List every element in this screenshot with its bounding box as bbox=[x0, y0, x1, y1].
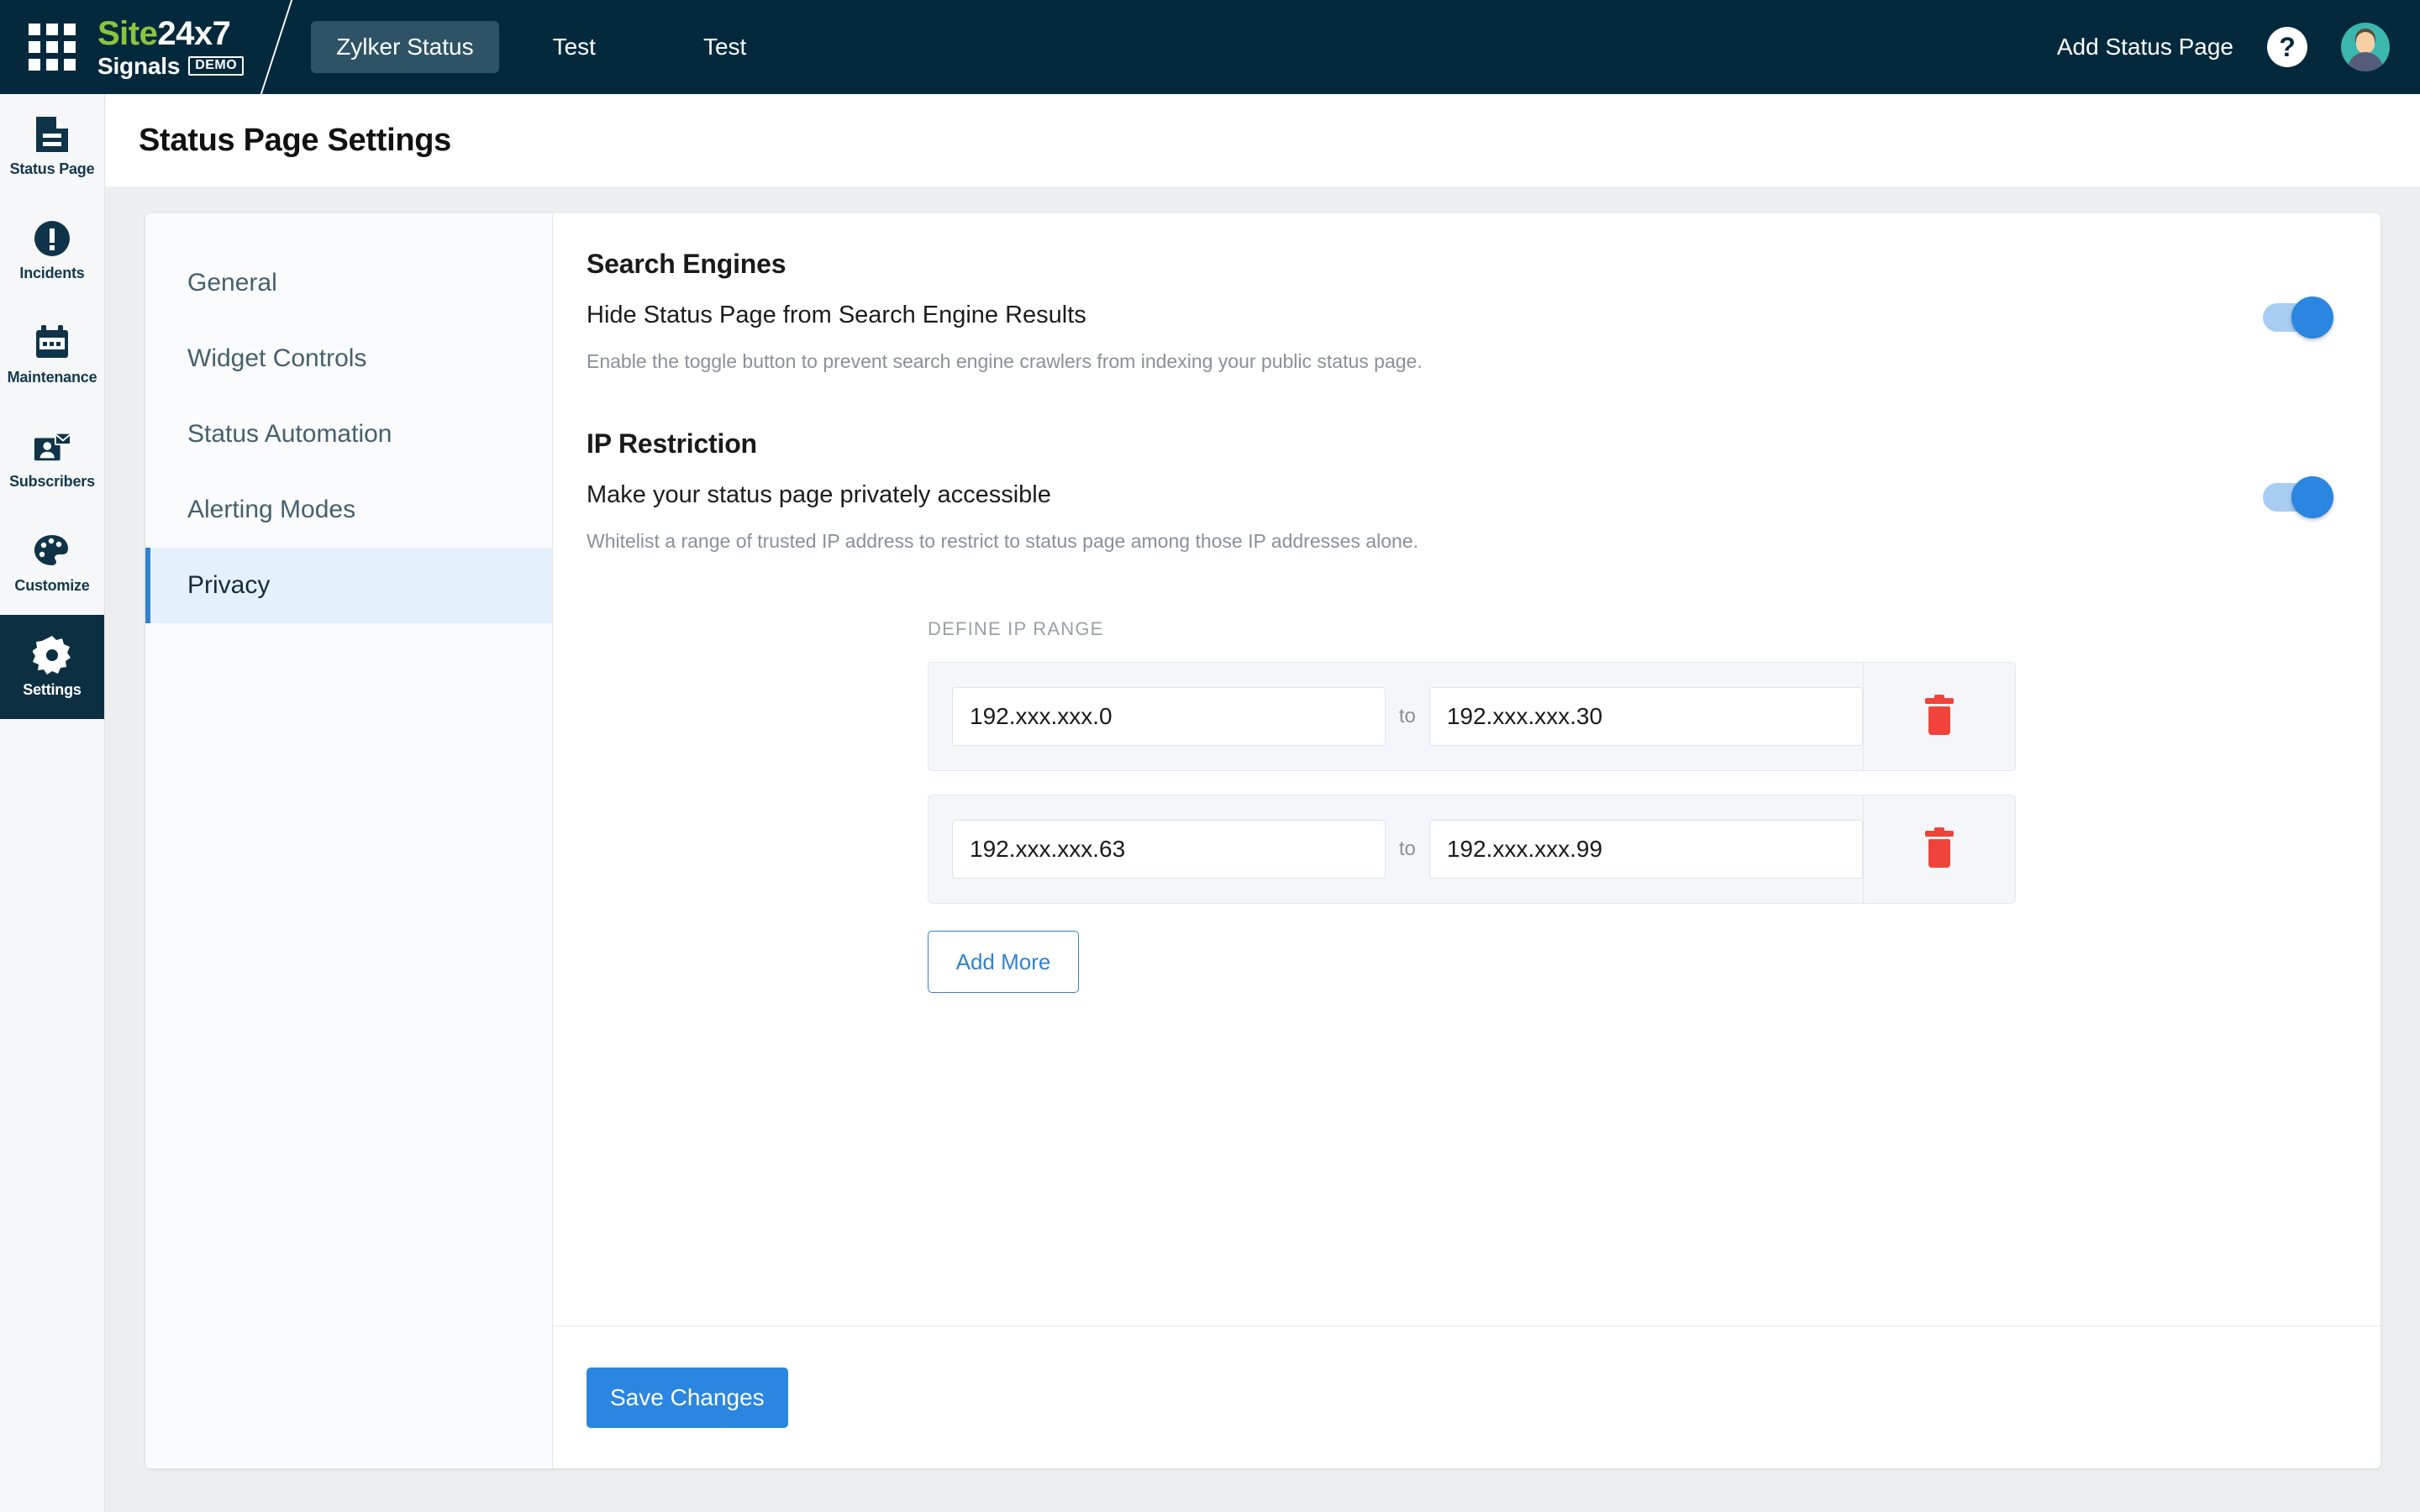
ip-range-to-label: to bbox=[1398, 705, 1416, 727]
toggle-knob bbox=[2291, 476, 2333, 518]
define-ip-range-block: DEFINE IP RANGE to bbox=[928, 618, 2333, 993]
sidebar-item-label: Customize bbox=[14, 576, 90, 594]
ip-restriction-text-block: Make your status page privately accessib… bbox=[587, 481, 1418, 553]
grid-dot bbox=[29, 24, 40, 35]
ip-range-to-input-1[interactable] bbox=[1428, 687, 1863, 746]
sidebar-item-label: Settings bbox=[23, 680, 82, 698]
ip-range-to-input-2[interactable] bbox=[1428, 820, 1863, 879]
tab-zylker-status[interactable]: Zylker Status bbox=[311, 21, 499, 73]
ip-restriction-heading: IP Restriction bbox=[587, 428, 757, 459]
sidebar-item-label: Status Page bbox=[9, 160, 95, 177]
sidebar-item-label: Incidents bbox=[19, 264, 85, 281]
ip-range-to-label: to bbox=[1398, 837, 1416, 860]
settings-nav-widget-controls[interactable]: Widget Controls bbox=[145, 321, 552, 396]
settings-nav-status-automation[interactable]: Status Automation bbox=[145, 396, 552, 472]
palette-icon bbox=[33, 532, 71, 570]
trash-lid bbox=[1924, 831, 1954, 837]
settings-nav-alerting-modes[interactable]: Alerting Modes bbox=[145, 472, 552, 548]
grid-dot bbox=[46, 24, 58, 35]
privacy-panel-body: Search Engines Hide Status Page from Sea… bbox=[553, 213, 2381, 1326]
brand-site-text: Site bbox=[97, 14, 158, 52]
top-navigation-bar: Site24x7 Signals DEMO Zylker Status Test… bbox=[0, 0, 2420, 94]
settings-nav-privacy[interactable]: Privacy bbox=[145, 548, 552, 623]
brand-signals-text: Signals bbox=[97, 52, 181, 79]
alert-circle-icon bbox=[33, 219, 71, 258]
content-area: General Widget Controls Status Automatio… bbox=[105, 186, 2420, 1512]
delete-ip-range-button-1[interactable] bbox=[1862, 663, 2015, 770]
brand-num-text: 24x7 bbox=[157, 14, 231, 52]
grid-dot bbox=[46, 59, 58, 71]
demo-badge: DEMO bbox=[188, 56, 245, 76]
add-more-button[interactable]: Add More bbox=[928, 931, 1079, 993]
private-access-label: Make your status page privately accessib… bbox=[587, 481, 1051, 508]
tab-test-2[interactable]: Test bbox=[650, 21, 800, 73]
sidebar-item-status-page[interactable]: Status Page bbox=[0, 94, 104, 198]
ip-range-from-input-2[interactable] bbox=[952, 820, 1386, 879]
trash-lid bbox=[1924, 698, 1954, 704]
brand-title: Site24x7 bbox=[97, 17, 244, 50]
private-access-toggle[interactable] bbox=[2263, 476, 2333, 518]
settings-card: General Widget Controls Status Automatio… bbox=[145, 213, 2381, 1468]
help-icon[interactable]: ? bbox=[2267, 27, 2307, 67]
trash-icon bbox=[1924, 695, 1954, 735]
settings-nav-general[interactable]: General bbox=[145, 245, 552, 321]
search-engines-text-block: Hide Status Page from Search Engine Resu… bbox=[587, 302, 1423, 373]
ip-range-row: to bbox=[928, 795, 2016, 904]
calendar-icon bbox=[33, 323, 71, 362]
sidebar-item-maintenance[interactable]: Maintenance bbox=[0, 302, 104, 407]
privacy-panel: Search Engines Hide Status Page from Sea… bbox=[553, 213, 2381, 1468]
grid-dot bbox=[29, 59, 40, 71]
page-title: Status Page Settings bbox=[139, 122, 451, 158]
grid-dot bbox=[64, 41, 76, 53]
delete-ip-range-button-2[interactable] bbox=[1862, 795, 2015, 903]
grid-dot bbox=[46, 41, 58, 53]
sidebar-item-incidents[interactable]: Incidents bbox=[0, 198, 104, 302]
ip-range-from-input-1[interactable] bbox=[952, 687, 1386, 746]
avatar[interactable] bbox=[2341, 23, 2390, 71]
private-access-description: Whitelist a range of trusted IP address … bbox=[587, 530, 1418, 552]
grid-apps-icon[interactable] bbox=[25, 20, 79, 74]
tab-test-1[interactable]: Test bbox=[499, 21, 650, 73]
document-icon bbox=[33, 115, 71, 154]
save-button[interactable]: Save Changes bbox=[587, 1367, 788, 1428]
trash-can bbox=[1928, 706, 1950, 735]
page-header: Status Page Settings bbox=[105, 94, 2420, 186]
avatar-face bbox=[2356, 32, 2375, 54]
topbar-actions: Add Status Page ? bbox=[2057, 23, 2420, 71]
subscribers-icon bbox=[33, 428, 71, 466]
grid-dot bbox=[64, 59, 76, 71]
settings-side-nav: General Widget Controls Status Automatio… bbox=[145, 213, 553, 1468]
sidebar-item-settings[interactable]: Settings bbox=[0, 615, 104, 719]
grid-dot bbox=[29, 41, 40, 53]
ip-range-row: to bbox=[928, 662, 2016, 771]
trash-icon bbox=[1924, 827, 1954, 868]
ip-restriction-row: Make your status page privately accessib… bbox=[587, 476, 2333, 553]
hide-status-page-toggle[interactable] bbox=[2263, 297, 2333, 339]
status-page-tabs: Zylker Status Test Test bbox=[311, 21, 800, 73]
avatar-body bbox=[2348, 52, 2383, 71]
define-ip-range-label: DEFINE IP RANGE bbox=[928, 618, 1104, 639]
sidebar-item-label: Subscribers bbox=[9, 472, 95, 490]
toggle-knob bbox=[2291, 297, 2333, 339]
brand-logo[interactable]: Site24x7 Signals DEMO bbox=[97, 17, 245, 79]
hide-status-page-label: Hide Status Page from Search Engine Resu… bbox=[587, 302, 1086, 328]
sidebar-item-subscribers[interactable]: Subscribers bbox=[0, 407, 104, 511]
left-rail-navigation: Status Page Incidents Maintenance Subscr… bbox=[0, 94, 105, 1512]
add-status-page-button[interactable]: Add Status Page bbox=[2057, 34, 2233, 60]
sidebar-item-label: Maintenance bbox=[7, 368, 97, 386]
brand-divider-slash bbox=[260, 0, 293, 94]
grid-dot bbox=[64, 24, 76, 35]
hide-status-page-description: Enable the toggle button to prevent sear… bbox=[587, 350, 1423, 372]
sidebar-item-customize[interactable]: Customize bbox=[0, 511, 104, 615]
brand-subtitle: Signals DEMO bbox=[97, 52, 245, 79]
panel-footer: Save Changes bbox=[553, 1326, 2381, 1468]
trash-can bbox=[1928, 839, 1950, 868]
gear-icon bbox=[33, 635, 71, 675]
search-engines-row: Hide Status Page from Search Engine Resu… bbox=[587, 297, 2333, 373]
search-engines-heading: Search Engines bbox=[587, 249, 786, 279]
